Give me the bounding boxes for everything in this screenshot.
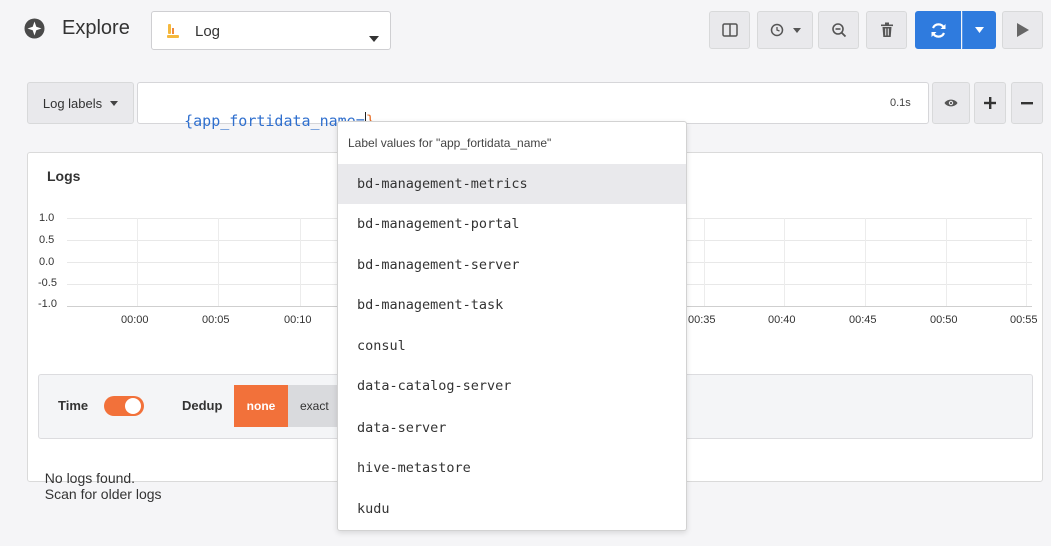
y-tick-label: 0.0 xyxy=(39,256,55,268)
grid-line xyxy=(1026,218,1027,306)
split-icon xyxy=(721,23,738,37)
caret-down-icon xyxy=(110,100,119,106)
x-tick-label: 00:55 xyxy=(1010,314,1038,326)
x-tick-label: 00:45 xyxy=(849,314,877,326)
scan-older-logs-link[interactable]: Scan for older logs xyxy=(45,486,162,502)
time-toggle[interactable] xyxy=(104,396,144,416)
caret-down-icon xyxy=(974,27,984,33)
no-logs-text: No logs found. xyxy=(44,470,136,486)
dedup-none-option[interactable]: none xyxy=(234,385,288,427)
refresh-button[interactable] xyxy=(915,11,961,49)
x-tick-label: 00:50 xyxy=(930,314,958,326)
minus-icon xyxy=(1021,101,1033,105)
dropdown-title: Label values for "app_fortidata_name" xyxy=(348,136,552,150)
datasource-log-icon xyxy=(165,23,181,39)
datasource-picker[interactable]: Log xyxy=(151,11,391,50)
page-title: Explore xyxy=(62,17,130,39)
zoom-out-icon xyxy=(831,22,847,38)
toggle-query-button[interactable] xyxy=(932,82,970,124)
compass-icon xyxy=(24,18,45,39)
y-tick-label: 0.5 xyxy=(39,234,55,246)
dedup-none-label: none xyxy=(246,399,276,413)
suggestion-item[interactable]: bd-management-portal xyxy=(338,204,686,244)
caret-down-icon xyxy=(369,29,379,47)
eye-icon xyxy=(944,98,958,108)
suggestion-item[interactable]: data-catalog-server xyxy=(338,366,686,406)
grid-line xyxy=(704,218,705,306)
refresh-interval-button[interactable] xyxy=(962,11,996,49)
no-logs-status: No logs found. Scan for older logs xyxy=(37,454,162,502)
x-tick-label: 00:05 xyxy=(202,314,230,326)
play-icon xyxy=(1016,23,1029,37)
logs-panel-title: Logs xyxy=(47,168,81,184)
time-toggle-label: Time xyxy=(58,398,89,413)
run-query-button[interactable] xyxy=(1002,11,1043,49)
query-input[interactable]: {app_fortidata_name=} 0.1s xyxy=(137,82,929,130)
log-labels-label: Log labels xyxy=(42,95,103,111)
trash-icon xyxy=(880,22,894,38)
suggestion-item[interactable]: kudu xyxy=(338,489,686,529)
suggestion-item[interactable]: hive-metastore xyxy=(338,448,686,488)
x-tick-label: 00:00 xyxy=(121,314,149,326)
y-tick-label: -0.5 xyxy=(38,277,57,289)
y-tick-label: 1.0 xyxy=(39,212,55,224)
log-labels-button[interactable]: Log labels xyxy=(27,82,134,124)
x-tick-label: 00:35 xyxy=(688,314,716,326)
grid-line xyxy=(218,218,219,306)
grid-line xyxy=(784,218,785,306)
suggestion-item[interactable]: consul xyxy=(338,326,686,366)
suggestion-item[interactable]: bd-management-task xyxy=(338,285,686,325)
x-tick-label: 00:40 xyxy=(768,314,796,326)
zoom-out-button[interactable] xyxy=(818,11,859,49)
suggestion-item[interactable]: data-server xyxy=(338,408,686,448)
clear-button[interactable] xyxy=(866,11,907,49)
time-picker-button[interactable] xyxy=(757,11,813,49)
x-tick-label: 00:10 xyxy=(284,314,312,326)
grid-line xyxy=(137,218,138,306)
add-query-button[interactable] xyxy=(974,82,1006,124)
plus-icon xyxy=(984,97,996,109)
split-button[interactable] xyxy=(709,11,750,49)
datasource-label: Log xyxy=(195,23,221,40)
remove-query-button[interactable] xyxy=(1011,82,1043,124)
grid-line xyxy=(865,218,866,306)
grid-line xyxy=(946,218,947,306)
refresh-icon xyxy=(930,22,947,39)
grid-line xyxy=(300,218,301,306)
y-tick-label: -1.0 xyxy=(38,298,57,310)
dedup-exact-option[interactable]: exact xyxy=(288,385,338,427)
dedup-label: Dedup xyxy=(182,398,223,413)
clock-icon xyxy=(770,23,784,37)
suggestion-item[interactable]: bd-management-metrics xyxy=(338,164,686,204)
caret-down-icon xyxy=(792,27,801,33)
suggestion-item[interactable]: bd-management-server xyxy=(338,245,686,285)
toggle-knob xyxy=(125,398,141,414)
dedup-exact-label: exact xyxy=(300,399,329,413)
label-values-dropdown: Label values for "app_fortidata_name" bd… xyxy=(337,121,687,531)
query-duration: 0.1s xyxy=(890,97,911,109)
